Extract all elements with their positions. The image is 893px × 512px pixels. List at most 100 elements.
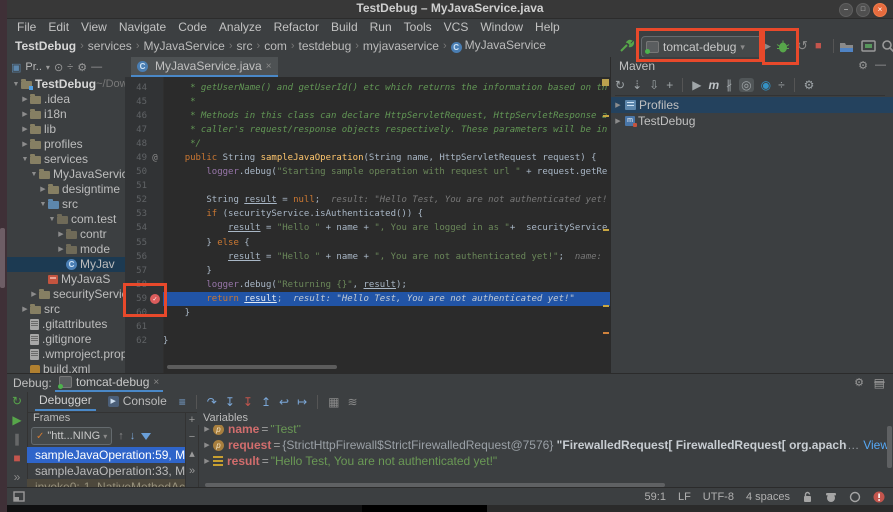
maven-tree-item[interactable]: ▶mTestDebug: [611, 113, 893, 129]
tree-arrow-icon[interactable]: ▶: [20, 302, 30, 317]
debug-step-icon[interactable]: ↷: [207, 395, 217, 409]
code-line[interactable]: 52 String result = null; result: "Hello …: [125, 193, 610, 207]
menu-file[interactable]: File: [11, 20, 42, 34]
vertical-scrollbar[interactable]: [887, 426, 892, 468]
breadcrumb-item[interactable]: testdebug: [299, 39, 352, 53]
notifications-icon[interactable]: [849, 491, 861, 503]
line-ending[interactable]: LF: [678, 491, 691, 503]
code-area[interactable]: 44 * getUserName() and getUserId() etc w…: [125, 81, 610, 348]
maven-toolbar-icon[interactable]: ↻: [615, 78, 625, 92]
code-line[interactable]: 59✓ return result; result: "Hello Test, …: [125, 292, 610, 306]
title-bar[interactable]: TestDebug – MyJavaService.java − □ ×: [7, 0, 893, 19]
minimize-button[interactable]: −: [839, 3, 853, 17]
encoding[interactable]: UTF-8: [703, 491, 734, 503]
code-text[interactable]: result = "Hello " + name + ", You are lo…: [163, 221, 610, 235]
stop-button[interactable]: ■: [7, 449, 27, 468]
code-text[interactable]: String result = null; result: "Hello Tes…: [163, 193, 610, 207]
code-line[interactable]: 48 */: [125, 137, 610, 151]
code-text[interactable]: [163, 320, 610, 334]
tree-arrow-icon[interactable]: ▶: [29, 287, 39, 302]
debug-step-icon[interactable]: ↧: [243, 395, 253, 409]
code-text[interactable]: } else {: [163, 236, 610, 250]
code-text[interactable]: }: [163, 334, 610, 348]
code-text[interactable]: * Methods in this class can declare Http…: [163, 109, 610, 123]
close-button[interactable]: ×: [873, 3, 887, 17]
collapse-all-icon[interactable]: ÷: [67, 61, 73, 73]
tree-arrow-icon[interactable]: ▼: [20, 152, 30, 167]
code-line[interactable]: 45 *: [125, 95, 610, 109]
code-text[interactable]: result = "Hello " + name + ", You are no…: [163, 250, 610, 264]
close-session-icon[interactable]: ×: [153, 377, 159, 388]
tab-debugger[interactable]: Debugger: [35, 393, 96, 411]
menu-refactor[interactable]: Refactor: [268, 20, 325, 34]
gear-icon[interactable]: ⚙: [854, 376, 864, 389]
layout-settings-icon[interactable]: ▤: [874, 376, 885, 390]
resume-button[interactable]: ▶: [7, 411, 27, 430]
code-text[interactable]: *: [163, 95, 610, 109]
expand-arrow-icon[interactable]: ▶: [201, 457, 213, 465]
maven-toolbar-icon[interactable]: ⚙: [804, 78, 815, 92]
tree-arrow-icon[interactable]: ▶: [20, 107, 30, 122]
code-line[interactable]: 46 * Methods in this class can declare H…: [125, 109, 610, 123]
code-line[interactable]: 56 result = "Hello " + name + ", You are…: [125, 250, 610, 264]
code-line[interactable]: 44 * getUserName() and getUserId() etc w…: [125, 81, 610, 95]
menu-build[interactable]: Build: [325, 20, 364, 34]
maven-toolbar-icon[interactable]: m: [708, 78, 719, 92]
horizontal-scrollbar[interactable]: [167, 365, 337, 369]
tree-arrow-icon[interactable]: ▶: [20, 122, 30, 137]
maven-toolbar-icon[interactable]: ◎: [739, 78, 753, 92]
frame-row[interactable]: sampleJavaOperation:59, My.: [27, 447, 185, 463]
code-text[interactable]: * caller's request/response objects resp…: [163, 123, 610, 137]
code-line[interactable]: 49@ public String sampleJavaOperation(St…: [125, 151, 610, 165]
code-line[interactable]: 53 if (securityService.isAuthenticated()…: [125, 207, 610, 221]
tab-console[interactable]: ▶Console: [104, 394, 171, 410]
tree-item[interactable]: .wmproject.prop: [7, 347, 125, 362]
debug-step-icon[interactable]: ↦: [297, 395, 307, 409]
tree-arrow-icon[interactable]: ▶: [56, 227, 66, 242]
code-line[interactable]: 61: [125, 320, 610, 334]
code-line[interactable]: 62}: [125, 334, 610, 348]
tree-arrow-icon[interactable]: ▶: [20, 92, 30, 107]
menu-vcs[interactable]: VCS: [438, 20, 475, 34]
pause-button[interactable]: ∥: [7, 430, 27, 449]
tree-arrow-icon[interactable]: ▶: [611, 117, 625, 125]
expand-arrow-icon[interactable]: ▶: [201, 425, 213, 433]
code-text[interactable]: public String sampleJavaOperation(String…: [163, 151, 610, 165]
inspection-indicator[interactable]: [602, 79, 609, 86]
breadcrumb-item[interactable]: MyJavaService: [143, 39, 224, 53]
tree-item[interactable]: ▼TestDebug ~/Dow: [7, 77, 125, 92]
maven-toolbar-icon[interactable]: ∦: [726, 78, 732, 92]
maven-toolbar-icon[interactable]: +: [666, 78, 673, 92]
tree-item[interactable]: ▼src: [7, 197, 125, 212]
editor-tab[interactable]: C MyJavaService.java ×: [131, 57, 278, 77]
hide-panel-icon[interactable]: —: [875, 59, 886, 71]
tree-item[interactable]: ▼com.test: [7, 212, 125, 227]
tree-item[interactable]: build.xml: [7, 362, 125, 373]
prev-frame-icon[interactable]: ↑: [118, 430, 124, 442]
gutter-marker[interactable]: ✓: [147, 292, 163, 306]
code-text[interactable]: [163, 179, 610, 193]
menu-navigate[interactable]: Navigate: [113, 20, 172, 34]
expand-arrow-icon[interactable]: ▶: [201, 441, 213, 449]
breadcrumb-item[interactable]: myjavaservice: [363, 39, 439, 53]
menu-code[interactable]: Code: [172, 20, 213, 34]
code-text[interactable]: }: [163, 306, 610, 320]
tree-arrow-icon[interactable]: ▶: [56, 242, 66, 257]
tree-arrow-icon[interactable]: ▼: [47, 212, 57, 227]
chevron-down-icon[interactable]: ▾: [46, 63, 50, 72]
tree-arrow-icon[interactable]: ▼: [38, 197, 48, 212]
menu-run[interactable]: Run: [364, 20, 398, 34]
next-frame-icon[interactable]: ↓: [130, 430, 136, 442]
code-line[interactable]: 47 * caller's request/response objects r…: [125, 123, 610, 137]
code-text[interactable]: logger.debug("Starting sample operation …: [163, 165, 610, 179]
debug-button[interactable]: [776, 36, 790, 56]
tree-arrow-icon[interactable]: ▶: [611, 101, 625, 109]
breadcrumb-item[interactable]: TestDebug: [15, 39, 76, 53]
tree-item[interactable]: ▼MyJavaServic: [7, 167, 125, 182]
code-line[interactable]: 58 logger.debug("Returning {}", result);: [125, 278, 610, 292]
menu-view[interactable]: View: [75, 20, 113, 34]
tree-item[interactable]: ▶lib: [7, 122, 125, 137]
tree-item[interactable]: .gitignore: [7, 332, 125, 347]
run-button[interactable]: ▶: [761, 36, 771, 56]
maven-toolbar-icon[interactable]: ⇣: [632, 78, 642, 92]
